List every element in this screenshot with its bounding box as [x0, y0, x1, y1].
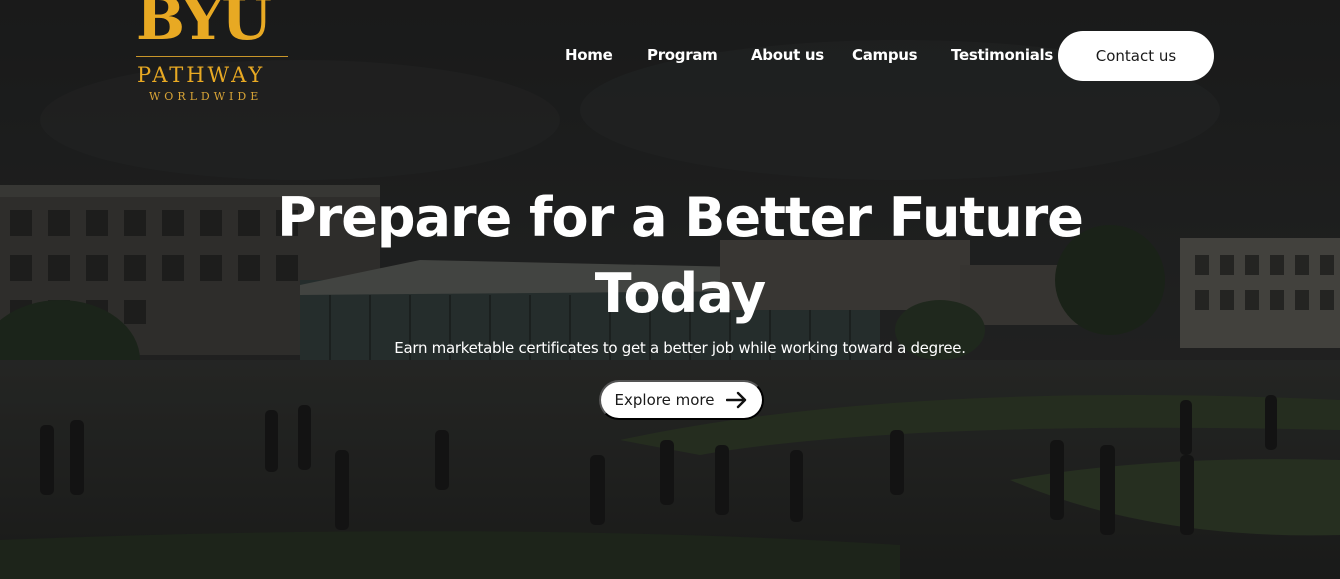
nav-home[interactable]: Home [565, 46, 613, 64]
headline-line2: Today [594, 262, 766, 325]
explore-more-button[interactable]: Explore more [599, 380, 764, 420]
logo-line2: WORLDWIDE [149, 90, 263, 103]
nav-testimonials[interactable]: Testimonials [951, 46, 1053, 64]
nav-program[interactable]: Program [647, 46, 718, 64]
arrow-right-icon [726, 391, 747, 409]
logo-wordmark: BYU [136, 0, 272, 53]
logo-divider [136, 56, 288, 57]
headline-line1: Prepare for a Better Future [277, 186, 1084, 249]
contact-us-button[interactable]: Contact us [1058, 31, 1214, 81]
hero-subtitle: Earn marketable certificates to get a be… [394, 339, 966, 357]
hero-headline: Prepare for a Better Future Today [270, 180, 1090, 332]
nav-campus[interactable]: Campus [852, 46, 918, 64]
nav-about-us[interactable]: About us [751, 46, 824, 64]
byu-pathway-logo[interactable]: BYU PATHWAY WORLDWIDE [136, 0, 292, 103]
explore-more-label: Explore more [614, 391, 715, 409]
logo-line1: PATHWAY [137, 63, 266, 87]
